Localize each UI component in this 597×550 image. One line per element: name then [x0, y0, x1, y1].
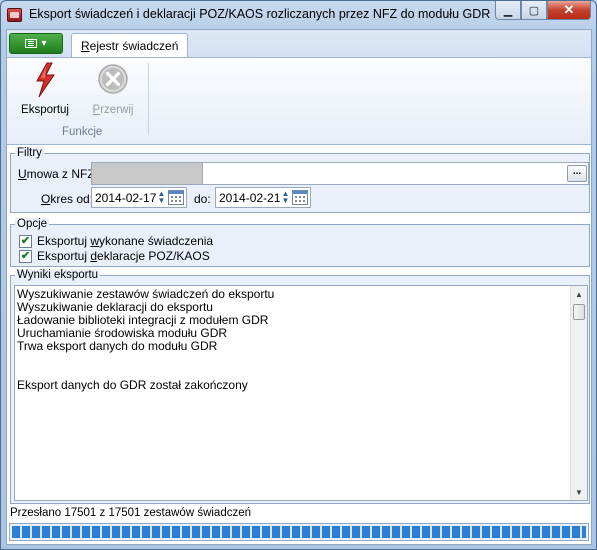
tab-rejestr-swiadczen[interactable]: Rejestr świadczeń: [71, 33, 189, 57]
tab-label: ejestr świadczeń: [89, 38, 179, 53]
export-services-label: Eksportuj wykonane świadczenia: [37, 234, 213, 248]
results-scrollbar[interactable]: ▲ ▼: [570, 286, 587, 500]
client-area: ▾ Rejestr świadczeń Eksportuj Przerwij F…: [6, 29, 592, 545]
progress-bar: [9, 523, 589, 541]
export-window: Eksport świadczeń i deklaracji POZ/KAOS …: [0, 0, 597, 550]
export-declarations-option[interactable]: ✔ Eksportuj deklaracje POZ/KAOS: [19, 249, 210, 263]
stop-button[interactable]: Przerwij: [87, 62, 139, 118]
export-declarations-label: Eksportuj deklaracje POZ/KAOS: [37, 249, 210, 263]
date-to-value: 2014-02-21: [219, 190, 281, 205]
okres-label-mnemonic: O: [41, 192, 51, 206]
window-title: Eksport świadczeń i deklaracji POZ/KAOS …: [29, 7, 491, 21]
umowa-value: [92, 163, 203, 184]
date-from-value: 2014-02-17: [95, 190, 157, 205]
date-to-field[interactable]: 2014-02-21 ▲ ▼: [215, 187, 311, 208]
umowa-label-text: mowa z NFZ:: [26, 167, 99, 181]
results-title: Wyniki eksportu: [15, 269, 101, 281]
date-from-field[interactable]: 2014-02-17 ▲ ▼: [91, 187, 187, 208]
export-declarations-label-pre: Eksportuj: [37, 249, 91, 263]
stop-label: Przerwij: [93, 104, 134, 116]
date-to-spinner-icon[interactable]: ▲ ▼: [280, 190, 291, 205]
export-services-label-pre: Eksportuj: [37, 234, 91, 248]
options-group: Opcje ✔ Eksportuj wykonane świadczenia ✔…: [10, 218, 590, 267]
scroll-down-icon[interactable]: ▼: [571, 484, 587, 500]
close-button[interactable]: ✕: [547, 1, 591, 20]
minimize-button[interactable]: ▁: [495, 1, 521, 20]
filters-title: Filtry: [15, 147, 44, 159]
app-icon: [7, 8, 22, 22]
export-services-option[interactable]: ✔ Eksportuj wykonane świadczenia: [19, 234, 213, 248]
progress-fill: [12, 526, 586, 538]
log-line: Trwa eksport danych do modułu GDR: [17, 339, 218, 353]
ribbon-tab-strip: ▾ Rejestr świadczeń: [7, 30, 591, 57]
date-from-spinner-icon[interactable]: ▲ ▼: [156, 190, 167, 205]
status-text: Przesłano 17501 z 17501 zestawów świadcz…: [10, 507, 252, 519]
maximize-button[interactable]: ▢: [521, 1, 547, 20]
export-label: Eksportuj: [21, 104, 69, 116]
export-services-checkbox[interactable]: ✔: [19, 234, 32, 248]
results-log[interactable]: Wyszukiwanie zestawów świadczeń do ekspo…: [14, 285, 588, 501]
results-lines: Wyszukiwanie zestawów świadczeń do ekspo…: [17, 288, 569, 392]
lightning-icon: [36, 62, 55, 98]
calendar-icon[interactable]: [168, 190, 184, 205]
title-bar: Eksport świadczeń i deklaracji POZ/KAOS …: [1, 1, 596, 29]
export-declarations-checkbox[interactable]: ✔: [19, 249, 32, 263]
calendar-icon[interactable]: [292, 190, 308, 205]
umowa-browse-button[interactable]: ...: [567, 165, 587, 182]
okres-label-text: kres od:: [50, 192, 94, 206]
export-services-label-mnemonic: w: [90, 234, 100, 248]
export-declarations-label-post: eklaracje POZ/KAOS: [97, 249, 210, 263]
okres-label: Okres od:: [41, 192, 93, 206]
cancel-icon: [98, 64, 128, 94]
app-menu-button[interactable]: ▾: [9, 33, 63, 54]
scroll-thumb[interactable]: [573, 304, 585, 320]
results-group: Wyniki eksportu Wyszukiwanie zestawów św…: [10, 269, 590, 504]
export-button[interactable]: Eksportuj: [19, 62, 71, 118]
ribbon-group-label: Funkcje: [62, 126, 103, 138]
stop-label-text: rzerwij: [100, 104, 134, 116]
umowa-label: Umowa z NFZ:: [18, 167, 98, 181]
options-title: Opcje: [15, 218, 50, 230]
chevron-down-icon: ▾: [41, 38, 47, 49]
tab-label-mnemonic: R: [81, 38, 90, 53]
umowa-label-mnemonic: U: [18, 167, 27, 181]
caption-buttons: ▁ ▢ ✕: [495, 1, 591, 20]
menu-icon: [25, 39, 38, 48]
ribbon-group-separator: [148, 63, 149, 135]
export-services-label-post: ykonane świadczenia: [99, 234, 214, 248]
ribbon-panel: Eksportuj Przerwij Funkcje: [7, 57, 591, 145]
umowa-field[interactable]: ...: [91, 162, 589, 185]
filters-group: Filtry Umowa z NFZ: ... Okres od: 2014-0…: [10, 147, 590, 213]
log-line: Eksport danych do GDR został zakończony: [17, 378, 248, 392]
scroll-up-icon[interactable]: ▲: [571, 286, 587, 302]
do-label: do:: [194, 192, 211, 206]
